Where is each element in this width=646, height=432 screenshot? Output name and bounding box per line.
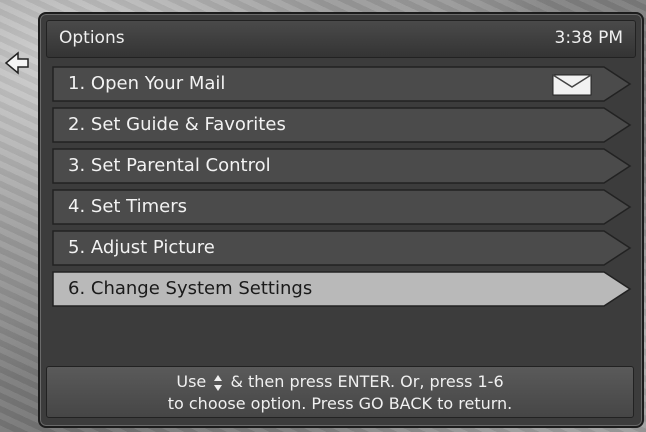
back-arrow-icon [4,51,29,75]
mail-icon [552,74,592,96]
menu-item-label: 1. Open Your Mail [68,73,226,94]
help-line-2: to choose option. Press GO BACK to retur… [167,394,513,413]
help-text-instruction: & then press ENTER. Or, press 1-6 [230,372,504,391]
menu-item-label: 2. Set Guide & Favorites [68,114,286,135]
menu-item-guide-favorites[interactable]: 2. Set Guide & Favorites [52,107,632,143]
menu-item-parental-control[interactable]: 3. Set Parental Control [52,148,632,184]
clock: 3:38 PM [554,28,624,48]
menu-item-label: 5. Adjust Picture [68,237,215,258]
menu-item-timers[interactable]: 4. Set Timers [52,189,632,225]
tv-screen: Options 3:38 PM 1. Open Your Mail 2. Set… [0,0,646,432]
help-text-use: Use [176,372,207,391]
menu-item-label: 6. Change System Settings [68,278,313,299]
menu-item-label: 4. Set Timers [68,196,188,217]
menu-item-system-settings[interactable]: 6. Change System Settings [52,271,632,307]
help-text: Use & then press ENTER. Or, press 1-6 to… [46,366,634,418]
menu-item-adjust-picture[interactable]: 5. Adjust Picture [52,230,632,266]
menu-item-open-mail[interactable]: 1. Open Your Mail [52,66,632,102]
menu-title: Options [59,28,125,48]
menu-item-label: 3. Set Parental Control [68,155,271,176]
options-menu-panel: Options 3:38 PM 1. Open Your Mail 2. Set… [38,12,644,428]
up-down-arrows-icon [214,374,223,391]
options-list: 1. Open Your Mail 2. Set Guide & Favorit… [52,66,632,312]
menu-header: Options 3:38 PM [46,20,636,58]
help-line-1: Use & then press ENTER. Or, press 1-6 [47,371,633,393]
